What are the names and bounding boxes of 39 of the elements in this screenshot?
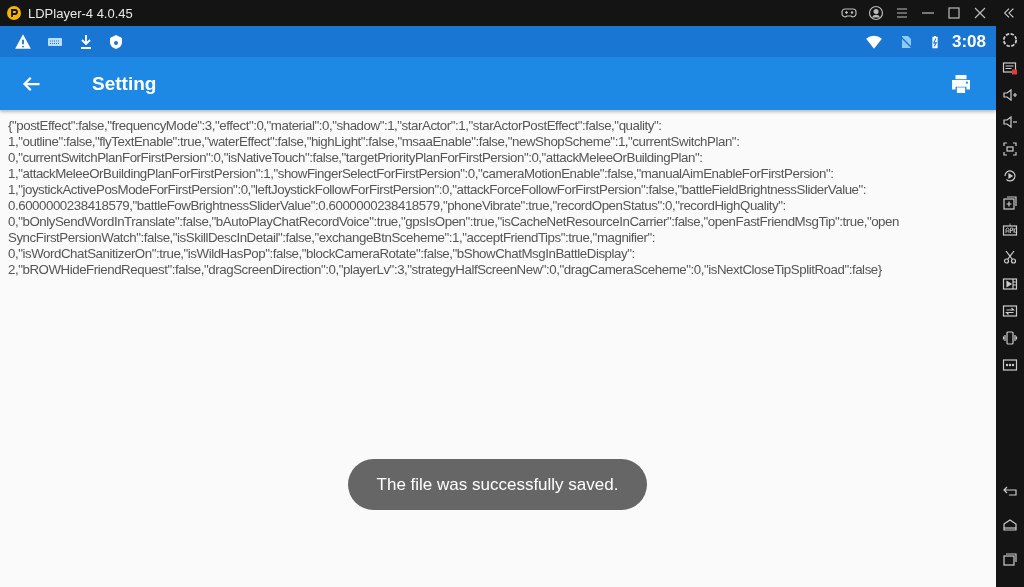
rotate-icon[interactable] [1002, 168, 1018, 184]
video-icon[interactable] [1002, 276, 1018, 292]
recent-apps-icon[interactable] [1002, 551, 1018, 567]
json-text-line: 1,"attackMeleeOrBuildingPlanForFirstPersion":1,"showFingerSelectForFirstPersion":0,"cameraMotionEnable":false,"manualAimEnableForFirstPersion": [8, 166, 834, 182]
volume-up-icon[interactable] [1002, 87, 1018, 103]
collapse-icon[interactable] [1002, 6, 1016, 20]
scissors-icon[interactable] [1002, 249, 1018, 265]
shield-icon [108, 32, 124, 51]
json-text-line: 2,"bROWHideFriendRequest":false,"dragScreenDirection":0,"playerLv":3,"strategyHalfScreenNew":0,"dragCameraSceheme":0,"isNextCloseTipSplitRoad":false} [8, 262, 882, 278]
menu-icon[interactable] [894, 5, 910, 21]
toast-message: The file was successfully saved. [348, 459, 647, 510]
home-icon[interactable] [1002, 517, 1018, 533]
fullscreen-icon[interactable] [1002, 141, 1018, 157]
status-time: 3:08 [951, 31, 986, 52]
app-bar-title: Setting [92, 72, 157, 95]
json-text-line: SyncFirstPersionWatch":false,"isSkillDescInDetail":false,"exchangeBtnSceheme":1,"acceptFriendTips":true,"magnifier": [8, 230, 656, 246]
json-text-line: 0,"isWordChatSanitizerOn":true,"isWildHasPop":false,"blockCameraRotate":false,"bShowChatMsgInBattleDisplay": [8, 246, 635, 262]
settings-icon[interactable] [1001, 31, 1019, 49]
warning-icon [14, 32, 32, 51]
window-title: LDPlayer-4 4.0.45 [28, 5, 133, 21]
volume-down-icon[interactable] [1002, 114, 1018, 130]
user-icon[interactable] [868, 5, 884, 21]
more-icon[interactable] [1002, 357, 1018, 373]
phone-shake-icon[interactable] [1002, 330, 1018, 346]
apk-file-icon[interactable] [1002, 222, 1018, 238]
transfer-icon[interactable] [1002, 303, 1018, 319]
print-icon[interactable] [950, 72, 972, 95]
json-text-line: 1,"outline":false,"flyTextEnable":true,"waterEffect":false,"highLight":false,"msaaEnable":false,"newShopScheme":1,"currentSwitchPlan": [8, 134, 740, 150]
json-text-line: 0.6000000238418579,"battleFowBrightnessSliderValue":0.6000000238418579,"phoneVibrate":true,"recordOpenStatus":0,"recordHighQuality": [8, 198, 786, 214]
download-icon [78, 32, 94, 51]
app-logo-icon [6, 5, 22, 21]
json-text-line: 0,"currentSwitchPlanForFirstPersion":0,"isNativeTouch":false,"targetPriorityPlanForFirstPersion":0,"attackMeleeOrBuildingPlan": [8, 150, 703, 166]
json-text-line: 1,"joystickActivePosModeForFirstPersion":0,"leftJoystickFollowForFirstPersion":0,"attackForceFollowForFirstPersion":false,"battleFieldBrightnessSliderValue": [8, 182, 867, 198]
maximize-icon[interactable] [946, 5, 962, 21]
close-icon[interactable] [972, 5, 988, 21]
add-window-icon[interactable] [1002, 195, 1018, 211]
keyboard-icon[interactable] [1002, 60, 1018, 76]
json-text-line: 0,"bOnlySendWordInTranslate":false,"bAutoPlayChatRecordVoice":true,"gpsIsOpen":true,"isCacheNetResourceInCarrier":false,"openFastFriendMsgTip":true,"open [8, 214, 899, 230]
json-text-line: {"postEffect":false,"frequencyMode":3,"effect":0,"material":0,"shadow":1,"starActor":1,"starActorPostEffect":false,"quality": [8, 118, 662, 134]
